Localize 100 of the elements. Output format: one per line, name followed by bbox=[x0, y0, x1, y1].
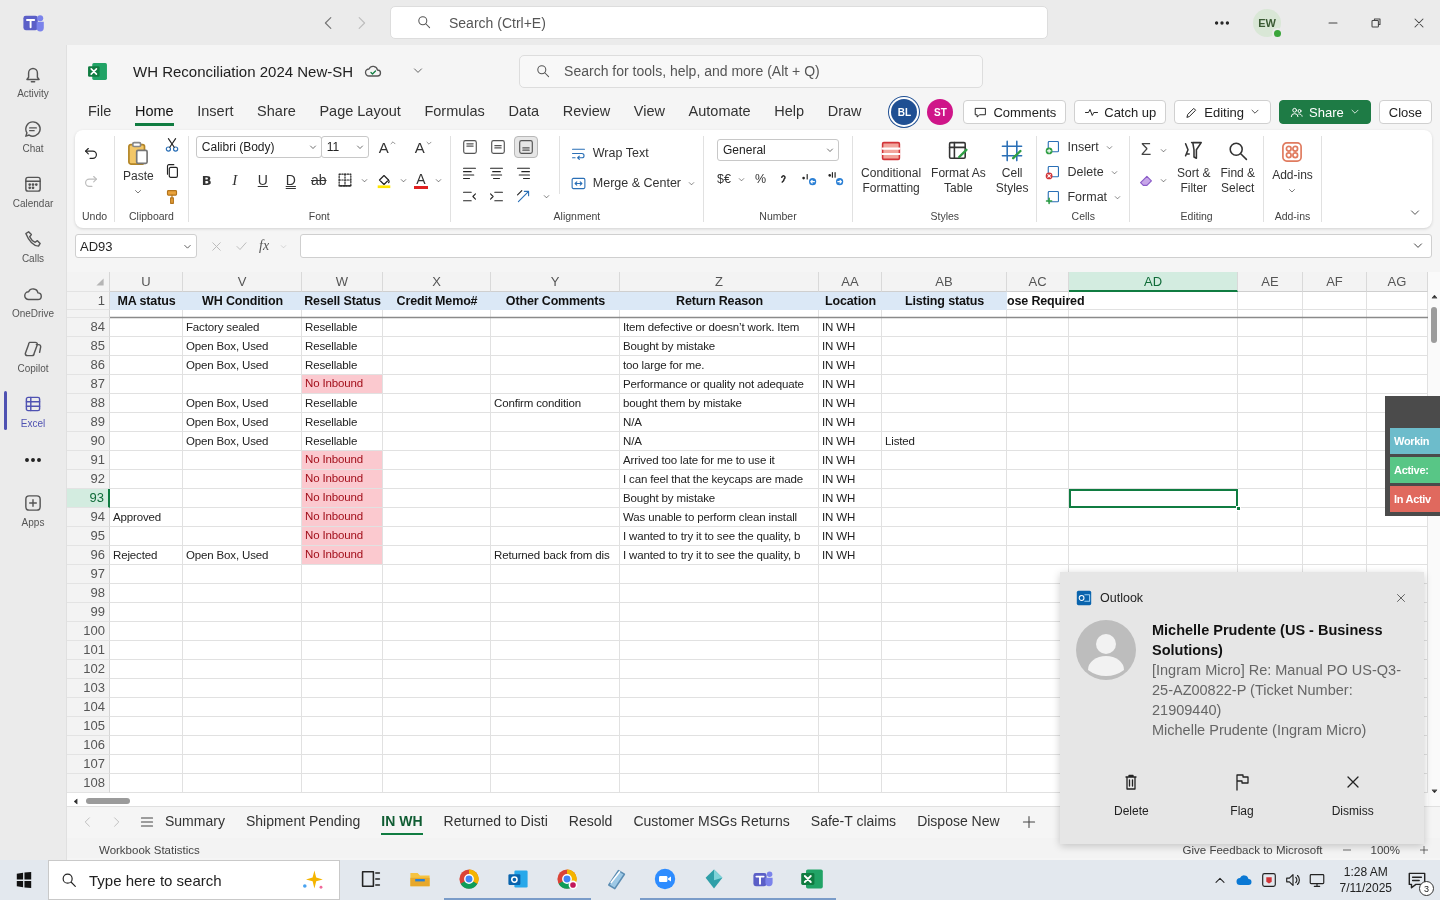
column-header[interactable]: Y bbox=[491, 272, 620, 292]
find-select-button[interactable]: Find & Select bbox=[1219, 136, 1257, 196]
search-field[interactable]: Type here to search bbox=[48, 860, 340, 900]
menu-tab[interactable]: Share bbox=[257, 98, 296, 126]
sheet-tab[interactable]: Safe-T claims bbox=[810, 808, 897, 835]
row-header[interactable]: 96 bbox=[67, 546, 110, 565]
font-color-button[interactable]: A bbox=[413, 171, 428, 189]
row-header[interactable]: 85 bbox=[67, 337, 110, 356]
close-icon[interactable] bbox=[1394, 591, 1408, 605]
status-text[interactable]: Workbook Statistics bbox=[99, 844, 200, 856]
zoom-level[interactable]: 100% bbox=[1370, 844, 1400, 856]
number-format-dropdown[interactable]: General bbox=[717, 139, 840, 161]
rail-item[interactable]: OneDrive bbox=[0, 273, 66, 328]
styles-button[interactable]: Cell Styles bbox=[994, 136, 1030, 196]
underline-button[interactable]: U bbox=[251, 170, 274, 190]
strikethrough-button[interactable]: ab bbox=[307, 170, 330, 190]
toolbar-button[interactable]: Editing bbox=[1174, 100, 1272, 124]
row-header[interactable]: 105 bbox=[67, 717, 110, 736]
column-header[interactable]: Z bbox=[620, 272, 819, 292]
row-header[interactable]: 87 bbox=[67, 375, 110, 394]
column-header[interactable]: AA bbox=[819, 272, 882, 292]
row-header[interactable]: 84 bbox=[67, 318, 110, 337]
column-header[interactable]: AG bbox=[1367, 272, 1428, 292]
menu-tab[interactable]: Data bbox=[508, 98, 540, 126]
collaborator-avatar[interactable]: ST bbox=[927, 99, 954, 125]
add-ins-button[interactable]: Add-ins bbox=[1271, 136, 1314, 196]
styles-button[interactable]: Conditional Formatting bbox=[860, 136, 923, 196]
clock[interactable]: 1:28 AM 7/11/2025 bbox=[1339, 864, 1392, 896]
menu-tab[interactable]: Automate bbox=[688, 98, 751, 126]
scrollbar-thumb[interactable] bbox=[86, 798, 130, 804]
menu-tab[interactable]: Formulas bbox=[424, 98, 485, 126]
sheet-tab[interactable]: IN WH bbox=[381, 808, 423, 835]
collaborator-avatar[interactable]: BL bbox=[891, 99, 918, 125]
speaker-icon[interactable] bbox=[1283, 871, 1302, 889]
formula-input[interactable] bbox=[300, 234, 1432, 258]
toolbar-button[interactable]: Close bbox=[1378, 100, 1432, 124]
row-header[interactable]: 102 bbox=[67, 660, 110, 679]
rail-item[interactable]: Chat bbox=[0, 108, 66, 163]
column-header[interactable]: AC bbox=[1007, 272, 1069, 292]
sheet-tab[interactable]: Summary bbox=[165, 808, 225, 835]
font-name-dropdown[interactable]: Calibri (Body) bbox=[195, 136, 322, 158]
row-header[interactable]: 99 bbox=[67, 603, 110, 622]
currency-button[interactable]: $€ bbox=[717, 168, 746, 190]
row-header[interactable]: 92 bbox=[67, 470, 110, 489]
menu-tab[interactable]: Review bbox=[562, 98, 611, 126]
styles-button[interactable]: Format As Table bbox=[930, 136, 987, 196]
menu-tab[interactable]: Draw bbox=[827, 98, 862, 126]
video-app-icon[interactable] bbox=[652, 867, 677, 891]
row-header[interactable]: 106 bbox=[67, 736, 110, 755]
row-header[interactable]: 98 bbox=[67, 584, 110, 603]
shrink-font-button[interactable]: A bbox=[414, 138, 441, 156]
merge-center-button[interactable]: Merge & Center bbox=[569, 172, 697, 194]
sheet-tab[interactable]: Dispose New bbox=[917, 808, 1000, 835]
four-panes-icon[interactable] bbox=[15, 871, 33, 889]
column-header[interactable]: AD bbox=[1069, 272, 1238, 292]
column-header[interactable]: AE bbox=[1238, 272, 1303, 292]
cells-button[interactable]: Insert bbox=[1044, 136, 1123, 158]
scroll-down-icon[interactable] bbox=[1429, 787, 1439, 796]
notification-action[interactable]: Flag bbox=[1202, 772, 1282, 818]
bold-button[interactable]: B bbox=[195, 170, 218, 190]
toolbar-button[interactable]: Comments bbox=[963, 100, 1067, 124]
selected-cell[interactable] bbox=[1069, 489, 1238, 508]
notification-action[interactable]: Dismiss bbox=[1312, 772, 1393, 818]
cells-button[interactable]: Delete bbox=[1044, 161, 1123, 183]
user-avatar[interactable]: EW bbox=[1253, 8, 1281, 37]
menu-tab[interactable]: Help bbox=[774, 98, 805, 126]
row-header[interactable]: 95 bbox=[67, 527, 110, 546]
column-header[interactable]: AF bbox=[1303, 272, 1367, 292]
search-field[interactable]: Search for tools, help, and more (Alt + Q) bbox=[519, 54, 984, 88]
row-header[interactable]: 103 bbox=[67, 679, 110, 698]
row-header[interactable]: 94 bbox=[67, 508, 110, 527]
row-header[interactable]: 93 bbox=[67, 489, 110, 508]
row-header[interactable]: 88 bbox=[67, 394, 110, 413]
menu-tab[interactable]: Page Layout bbox=[319, 98, 401, 126]
cells-button[interactable]: Format bbox=[1044, 186, 1123, 208]
font-size-dropdown[interactable]: 11 bbox=[320, 136, 369, 158]
paste-button[interactable]: Paste bbox=[122, 136, 155, 197]
name-box[interactable]: AD93 bbox=[75, 234, 197, 258]
grow-font-button[interactable]: A bbox=[378, 138, 405, 156]
column-header[interactable]: AB bbox=[882, 272, 1007, 292]
scroll-up-icon[interactable] bbox=[1429, 292, 1439, 301]
menu-tab[interactable]: File bbox=[88, 98, 112, 126]
vertical-align-button[interactable] bbox=[513, 136, 538, 158]
column-header[interactable]: V bbox=[183, 272, 302, 292]
feedback-link[interactable]: Give Feedback to Microsoft bbox=[1182, 844, 1323, 856]
rail-item[interactable]: Calls bbox=[0, 218, 66, 273]
autosum-button[interactable]: Σ bbox=[1137, 140, 1156, 160]
sheet-tab[interactable]: Shipment Pending bbox=[245, 808, 361, 835]
zoom-in-icon[interactable] bbox=[1418, 844, 1430, 856]
monitor-icon[interactable] bbox=[1307, 871, 1326, 889]
wrap-text-button[interactable]: Wrap Text bbox=[569, 142, 697, 164]
scrollbar-thumb[interactable] bbox=[1431, 307, 1437, 343]
rail-item[interactable]: Activity bbox=[0, 53, 66, 108]
toolbar-button[interactable]: Catch up bbox=[1074, 100, 1167, 124]
menu-tab[interactable]: View bbox=[633, 98, 665, 126]
row-header[interactable]: 97 bbox=[67, 565, 110, 584]
menu-tab[interactable]: Home bbox=[134, 98, 174, 126]
spreadsheet-logo-icon[interactable] bbox=[799, 867, 824, 891]
row-header[interactable]: 86 bbox=[67, 356, 110, 375]
column-header[interactable]: W bbox=[302, 272, 383, 292]
